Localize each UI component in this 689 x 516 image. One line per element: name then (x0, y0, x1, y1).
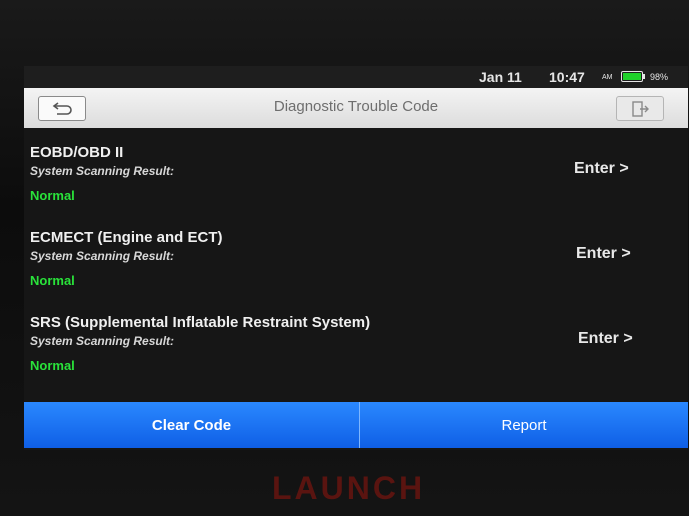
bottom-action-bar: Clear Code Report (24, 402, 688, 448)
system-row-eobd: EOBD/OBD II System Scanning Result: Norm… (24, 144, 688, 228)
title-bar: Diagnostic Trouble Code (24, 88, 688, 128)
scan-status: Normal (30, 188, 75, 203)
status-date: Jan 11 (479, 69, 522, 85)
status-bar: Jan 11 10:47 AM 98% (24, 66, 688, 88)
status-ampm: AM (602, 74, 613, 81)
scan-result-label: System Scanning Result: (30, 334, 175, 348)
system-name: ECMECT (Engine and ECT) (30, 229, 223, 246)
page-title: Diagnostic Trouble Code (273, 98, 439, 115)
battery-percent: 98% (650, 72, 669, 82)
battery-level-fill (623, 73, 641, 80)
scan-status: Normal (30, 358, 75, 373)
battery-icon (621, 71, 643, 82)
system-row-ecmect: ECMECT (Engine and ECT) System Scanning … (24, 229, 688, 313)
exit-icon (632, 101, 649, 117)
status-time: 10:47 (549, 69, 585, 85)
device-screen: Jan 11 10:47 AM 98% Diagnostic Trouble C… (24, 66, 688, 450)
enter-button-ecmect[interactable]: Enter > (576, 245, 631, 263)
scan-result-label: System Scanning Result: (30, 164, 175, 178)
report-button[interactable]: Report (360, 402, 688, 448)
system-name: EOBD/OBD II (30, 144, 124, 161)
exit-button[interactable] (616, 96, 664, 121)
scan-result-label: System Scanning Result: (30, 249, 175, 263)
brand-logo: LAUNCH (272, 470, 426, 506)
clear-code-button[interactable]: Clear Code (24, 402, 360, 448)
system-name: SRS (Supplemental Inflatable Restraint S… (30, 314, 371, 331)
enter-button-eobd[interactable]: Enter > (574, 160, 629, 178)
scan-status: Normal (30, 273, 75, 288)
system-row-srs: SRS (Supplemental Inflatable Restraint S… (24, 314, 688, 398)
battery-tip (643, 74, 645, 79)
enter-button-srs[interactable]: Enter > (578, 330, 633, 348)
